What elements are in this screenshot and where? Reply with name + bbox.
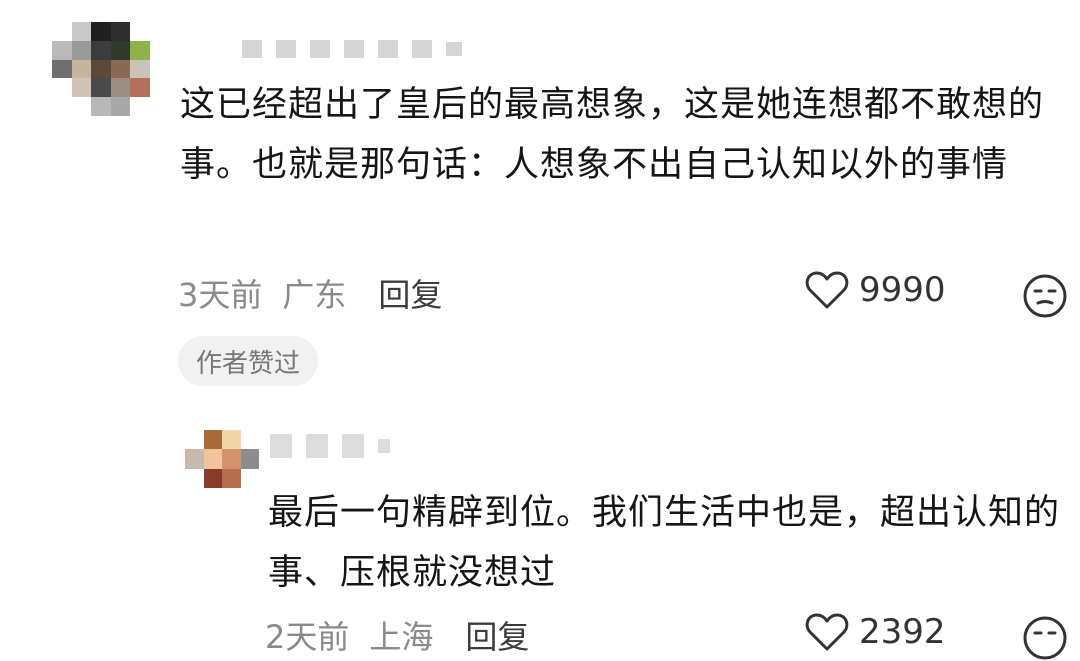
heart-outline-icon [805, 613, 849, 651]
heart-outline-icon [805, 271, 849, 309]
like-count: 9990 [859, 270, 946, 310]
username[interactable] [270, 434, 390, 458]
reply-button[interactable]: 回复 [465, 612, 529, 658]
author-liked-badge: 作者赞过 [178, 336, 319, 386]
comment-meta: 3天前 广东 回复 [178, 270, 442, 316]
comment-location: 广东 [282, 276, 347, 314]
comment-text: 这已经超出了皇后的最高想象，这是她连想都不敢想的事。也就是那句话：人想象不出自己… [180, 85, 1045, 185]
reply-button[interactable]: 回复 [378, 270, 442, 316]
comment-text: 最后一句精辟到位。我们生活中也是，超出认知的事、压根就没想过 [268, 493, 1061, 593]
neutral-face-icon[interactable] [1022, 273, 1068, 319]
comment-meta: 2天前 上海 回复 [265, 612, 529, 658]
like-count: 2392 [859, 612, 946, 652]
neutral-face-icon[interactable] [1022, 615, 1068, 661]
avatar[interactable] [52, 22, 150, 116]
like-button[interactable]: 2392 [805, 612, 946, 652]
avatar[interactable] [185, 430, 259, 488]
comment-time: 3天前 [178, 276, 263, 314]
like-button[interactable]: 9990 [805, 270, 946, 310]
username[interactable] [242, 40, 462, 58]
comment-location: 上海 [369, 618, 434, 656]
comment-time: 2天前 [265, 618, 350, 656]
